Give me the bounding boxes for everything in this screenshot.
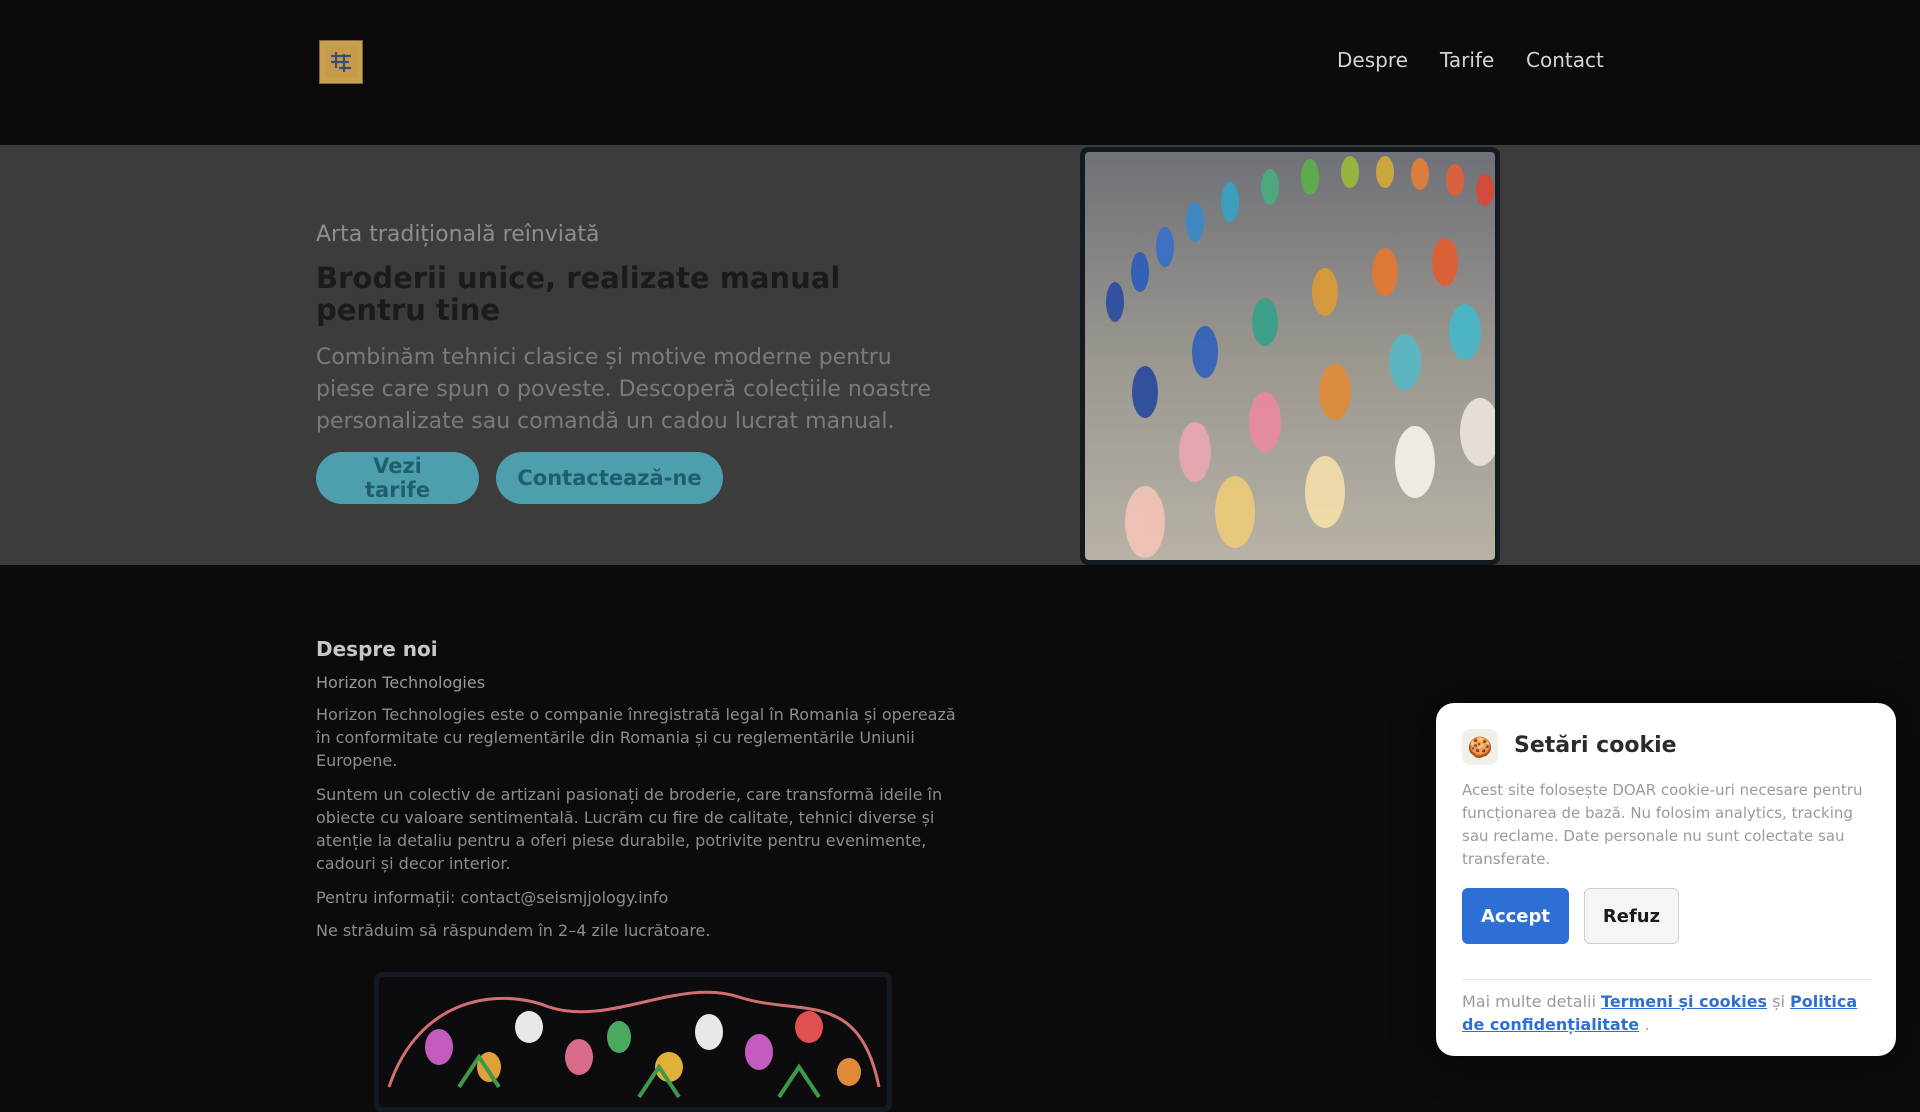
- view-prices-button[interactable]: Vezi tarife: [316, 452, 479, 504]
- cookie-footer-suffix: .: [1644, 1015, 1650, 1034]
- cookie-footer-conjunction: și: [1772, 992, 1785, 1011]
- accept-cookies-button[interactable]: Accept: [1462, 888, 1569, 944]
- about-paragraph-legal: Horizon Technologies este o companie înr…: [316, 705, 956, 770]
- about-company-name: Horizon Technologies: [316, 673, 486, 692]
- nav-link-despre[interactable]: Despre: [1337, 48, 1408, 72]
- about-contact-info: Pentru informații: contact@seismjjology.…: [316, 888, 669, 907]
- nav-link-contact[interactable]: Contact: [1526, 48, 1604, 72]
- hero-eyebrow: Arta tradițională reînviată: [316, 222, 600, 247]
- about-paragraph-team: Suntem un colectiv de artizani pasionați…: [316, 785, 943, 873]
- cookie-icon: 🍪: [1462, 729, 1498, 765]
- logo-mark-icon: [325, 46, 357, 78]
- folk-embroidery-photo: [379, 977, 887, 1107]
- site-logo[interactable]: [319, 40, 363, 84]
- page: Despre Tarife Contact Arta tradițională …: [0, 0, 1920, 1112]
- about-image-frame: [374, 972, 892, 1112]
- cookie-dialog-title: Setări cookie: [1514, 733, 1677, 758]
- hero-image-frame: [1080, 147, 1500, 565]
- refuse-cookies-button[interactable]: Refuz: [1584, 888, 1679, 944]
- cookie-footer: Mai multe detalii Termeni și cookies și …: [1462, 990, 1882, 1036]
- embroidery-photo: [1085, 152, 1495, 560]
- hero-section: [0, 145, 1920, 565]
- about-response-time: Ne străduim să răspundem în 2–4 zile luc…: [316, 921, 711, 940]
- cookie-consent-dialog: 🍪 Setări cookie Acest site folosește DOA…: [1436, 703, 1896, 1056]
- contact-us-button[interactable]: Contactează-ne: [496, 452, 723, 504]
- cookie-footer-prefix: Mai multe detalii: [1462, 992, 1596, 1011]
- hero-description: Combinăm tehnici clasice și motive moder…: [316, 345, 931, 434]
- about-title: Despre noi: [316, 637, 438, 661]
- hero-title: Broderii unice, realizate manual pentru …: [316, 261, 841, 327]
- site-header: Despre Tarife Contact: [0, 0, 1920, 145]
- cookie-dialog-text: Acest site folosește DOAR cookie-uri nec…: [1462, 781, 1863, 868]
- cookie-divider: [1462, 979, 1872, 980]
- terms-cookies-link[interactable]: Termeni și cookies: [1601, 992, 1767, 1011]
- nav-link-tarife[interactable]: Tarife: [1440, 48, 1494, 72]
